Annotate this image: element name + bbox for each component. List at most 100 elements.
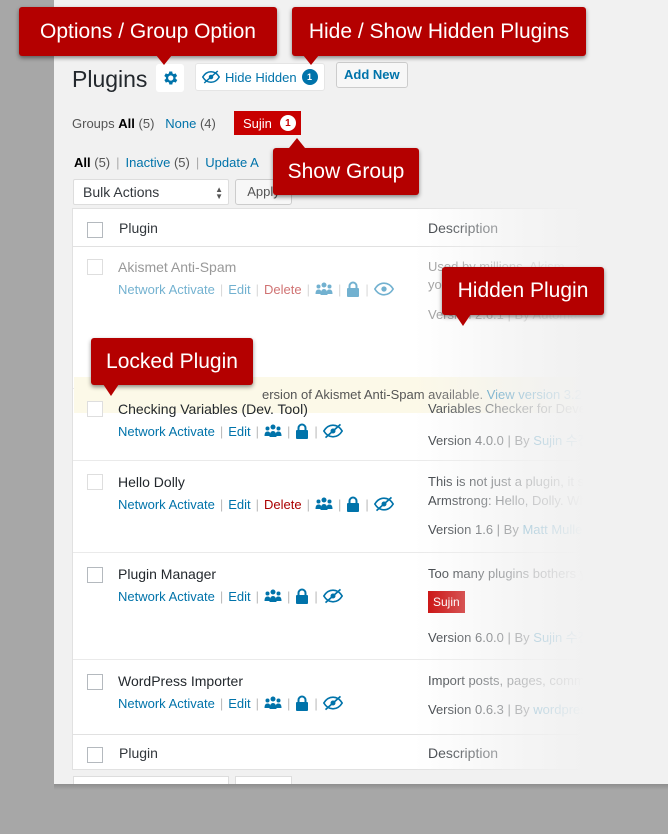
group-icon[interactable] (264, 424, 282, 438)
edit-link[interactable]: Edit (228, 696, 250, 711)
row-actions: Network Activate | Edit | Delete | | | (118, 496, 394, 512)
author-link[interactable]: wordpres (533, 702, 586, 717)
apply-button-bottom[interactable] (235, 776, 292, 784)
groups-none-count: (4) (199, 116, 216, 131)
plugin-version-text: Version 1.6 | By (428, 522, 523, 537)
row-actions: Network Activate | Edit | | | (118, 695, 343, 711)
callout-locked-plugin-text: Locked Plugin (106, 349, 238, 373)
hide-hidden-label: Hide Hidden (225, 69, 297, 85)
network-activate-link[interactable]: Network Activate (118, 424, 215, 439)
table-header: Plugin Description (73, 209, 668, 247)
row-actions: Network Activate | Edit | | | (118, 423, 343, 439)
hidden-count-badge: 1 (301, 69, 318, 85)
callout-locked-plugin-pointer (103, 384, 119, 396)
bulk-actions-select[interactable]: Bulk Actions ▲ ▼ (73, 179, 229, 205)
select-all-checkbox-footer[interactable] (87, 747, 103, 763)
callout-hidden-plugin: Hidden Plugin (442, 267, 604, 315)
eye-icon[interactable] (373, 282, 394, 296)
row-checkbox[interactable] (87, 401, 103, 417)
filter-inactive-count: (5) (173, 155, 190, 170)
network-activate-link[interactable]: Network Activate (118, 696, 215, 711)
edit-link[interactable]: Edit (228, 497, 250, 512)
plugin-version: Version 4.0.0 | By Sujin 수진 (428, 430, 590, 449)
bulk-actions-select-bottom[interactable] (73, 776, 229, 784)
callout-hide-show-text: Hide / Show Hidden Plugins (308, 19, 570, 43)
row-checkbox[interactable] (87, 259, 103, 275)
eye-slash-icon[interactable] (373, 496, 394, 512)
bulk-actions-value: Bulk Actions (83, 184, 160, 200)
options-button[interactable] (156, 64, 184, 92)
plugin-version: Version 1.6 | By Matt Mullen (428, 522, 590, 537)
group-tag-count: 1 (279, 115, 296, 131)
status-filters: All (5) | Inactive (5) | Update A (74, 155, 259, 170)
plugin-description: Import posts, pages, comm (428, 673, 585, 688)
row-checkbox[interactable] (87, 567, 103, 583)
eye-slash-icon[interactable] (322, 695, 343, 711)
group-tag-sujin[interactable]: Sujin 1 (234, 111, 301, 135)
plugin-group-badge[interactable]: Sujin (428, 591, 465, 613)
filter-all-count: (5) (94, 155, 111, 170)
row-actions: Network Activate | Edit | Delete | | | (118, 281, 394, 297)
plugin-description: Variables Checker for Devel (428, 401, 589, 416)
hide-hidden-button[interactable]: Hide Hidden 1 (195, 63, 325, 91)
groups-all-link[interactable]: All (118, 116, 135, 131)
callout-show-group: Show Group (273, 148, 419, 195)
plugin-version: Version 0.6.3 | By wordpres (428, 702, 587, 717)
groups-all-count: (5) (138, 116, 155, 131)
eye-slash-icon[interactable] (322, 423, 343, 439)
edit-link[interactable]: Edit (228, 589, 250, 604)
callout-locked-plugin: Locked Plugin (91, 338, 253, 385)
group-tag-label: Sujin (243, 115, 272, 131)
author-link[interactable]: Matt Mullen (522, 522, 589, 537)
row-checkbox[interactable] (87, 474, 103, 490)
add-new-button[interactable]: Add New (336, 62, 408, 88)
delete-link[interactable]: Delete (264, 497, 302, 512)
group-icon[interactable] (264, 589, 282, 603)
group-icon[interactable] (315, 497, 333, 511)
callout-hidden-plugin-text: Hidden Plugin (457, 279, 589, 302)
callout-hide-show-pointer (303, 55, 319, 65)
plugin-row-wordpress-importer: WordPress Importer Network Activate | Edi… (73, 660, 668, 734)
groups-none-link[interactable]: None (165, 116, 196, 131)
plugin-description: This is not just a plugin, it sy (428, 474, 591, 489)
plugin-description-line2: Armstrong: Hello, Dolly. Wh (428, 493, 587, 508)
author-link[interactable]: Sujin 수진 (533, 433, 589, 448)
row-checkbox[interactable] (87, 674, 103, 690)
column-description: Description (428, 220, 499, 236)
plugin-version-text: Version 0.6.3 | By (428, 702, 534, 717)
plugin-description: Too many plugins bothers yo (428, 566, 594, 581)
plugin-name: WordPress Importer (118, 673, 243, 689)
callout-show-group-text: Show Group (287, 159, 405, 183)
callout-show-group-pointer (289, 138, 305, 148)
edit-link[interactable]: Edit (228, 282, 250, 297)
lock-icon[interactable] (295, 588, 309, 604)
lock-icon[interactable] (346, 496, 360, 512)
plugin-name: Akismet Anti-Spam (118, 259, 237, 275)
group-icon[interactable] (315, 282, 333, 296)
plugin-version: Version 6.0.0 | By Sujin 수진 (428, 627, 590, 646)
plugin-name: Checking Variables (Dev. Tool) (118, 401, 308, 417)
plugin-row-checking-variables: Checking Variables (Dev. Tool) Network A… (73, 389, 668, 461)
edit-link[interactable]: Edit (228, 424, 250, 439)
plugin-version-text: Version 6.0.0 | By (428, 630, 534, 645)
eye-slash-icon[interactable] (322, 588, 343, 604)
lock-icon[interactable] (295, 695, 309, 711)
page-title: Plugins (72, 66, 148, 92)
delete-link[interactable]: Delete (264, 282, 302, 297)
select-all-checkbox[interactable] (87, 222, 103, 238)
callout-options-pointer (156, 55, 172, 65)
network-activate-link[interactable]: Network Activate (118, 589, 215, 604)
callout-options-text: Options / Group Option (40, 19, 256, 43)
callout-hide-show: Hide / Show Hidden Plugins (292, 7, 586, 56)
column-plugin-footer: Plugin (119, 745, 158, 761)
lock-icon[interactable] (295, 423, 309, 439)
filter-inactive-link[interactable]: Inactive (126, 155, 171, 170)
author-link[interactable]: Sujin 수진 (533, 630, 589, 645)
network-activate-link[interactable]: Network Activate (118, 282, 215, 297)
plugin-row-hello-dolly: Hello Dolly Network Activate | Edit | Dele… (73, 461, 668, 553)
lock-icon[interactable] (346, 281, 360, 297)
group-icon[interactable] (264, 696, 282, 710)
filter-update-link[interactable]: Update A (205, 155, 259, 170)
network-activate-link[interactable]: Network Activate (118, 497, 215, 512)
filter-all-link[interactable]: All (74, 155, 91, 170)
